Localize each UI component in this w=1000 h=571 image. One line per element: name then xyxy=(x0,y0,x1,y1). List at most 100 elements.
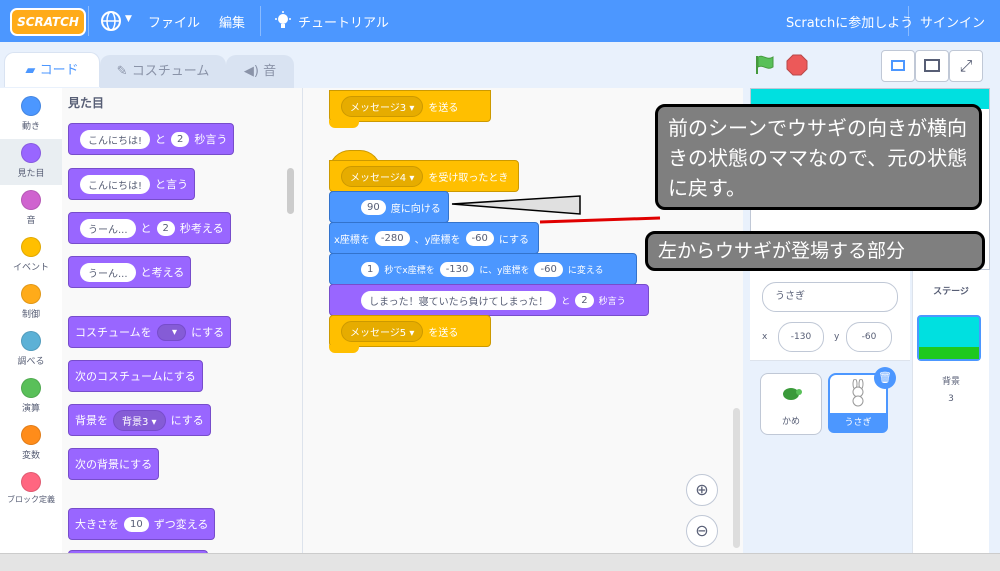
category-label: 見た目 xyxy=(17,169,45,179)
palette-scrollbar[interactable] xyxy=(287,168,294,214)
category-item[interactable]: 変数 xyxy=(0,421,62,467)
zoom-out-button[interactable]: ⊖ xyxy=(686,515,718,547)
category-dot-icon xyxy=(21,331,41,351)
block-input[interactable]: うーん... xyxy=(80,262,136,282)
category-label: 変数 xyxy=(21,451,40,461)
category-label: イベント xyxy=(12,263,49,273)
block-input[interactable]: 90 xyxy=(361,199,386,215)
category-item[interactable]: 演算 xyxy=(0,374,62,420)
trash-icon[interactable]: 🗑 xyxy=(874,367,896,389)
block-input[interactable]: しまった！寝ていたら負けてしまった！ xyxy=(361,290,557,310)
glide-xy-block[interactable]: 1 秒でx座標を -130 に、y座標を -60 に変える xyxy=(329,253,637,285)
menu-tutorial[interactable]: チュートリアル xyxy=(298,12,389,31)
tab-code-label: コード xyxy=(39,63,79,78)
category-item[interactable]: 見た目 xyxy=(0,139,62,185)
block-text: 背景を xyxy=(75,414,108,427)
block-input[interactable]: 1 xyxy=(361,261,380,277)
fullscreen-button[interactable]: ⤢ xyxy=(949,50,983,82)
tab-code[interactable]: ▰ コード xyxy=(4,52,100,87)
category-item[interactable]: 音 xyxy=(0,186,62,232)
category-dot-icon xyxy=(21,472,41,492)
block-input[interactable]: うーん... xyxy=(80,218,136,238)
large-stage-button[interactable] xyxy=(915,50,949,82)
message-dropdown[interactable]: メッセージ4 ▾ xyxy=(341,165,424,187)
y-field[interactable]: -60 xyxy=(846,322,892,352)
speaker-icon: ◀) xyxy=(243,64,259,79)
stop-icon[interactable] xyxy=(786,54,808,79)
scratch-logo[interactable]: SCRATCH xyxy=(10,8,86,36)
block-input[interactable]: -130 xyxy=(439,261,475,277)
backdrop-dropdown[interactable]: 背景3 ▾ xyxy=(113,409,166,431)
signin-link[interactable]: サインイン xyxy=(920,12,985,31)
block-text: と考える xyxy=(140,266,185,279)
tab-costume[interactable]: ✎ コスチューム xyxy=(100,55,226,88)
block-input[interactable]: 2 xyxy=(171,131,190,147)
block-input[interactable]: 10 xyxy=(124,516,149,532)
think-block[interactable]: うーん... と考える xyxy=(68,256,192,288)
category-item[interactable]: イベント xyxy=(0,233,62,279)
message-dropdown[interactable]: メッセージ5 ▾ xyxy=(341,320,424,342)
block-input[interactable]: こんにちは! xyxy=(80,129,151,149)
switch-backdrop-block[interactable]: 背景を 背景3 ▾ にする xyxy=(68,404,211,436)
tab-sound[interactable]: ◀) 音 xyxy=(226,55,294,88)
category-item[interactable]: 調べる xyxy=(0,327,62,373)
broadcast-block[interactable]: メッセージ3 ▾ を送る xyxy=(329,90,491,122)
block-input[interactable]: 2 xyxy=(575,292,594,308)
block-text: と xyxy=(140,222,152,235)
costume-dropdown[interactable]: ▾ xyxy=(156,323,187,341)
switch-costume-block[interactable]: コスチュームを ▾ にする xyxy=(68,316,232,348)
block-input[interactable]: こんにちは! xyxy=(80,174,151,194)
block-input[interactable]: -60 xyxy=(534,261,563,277)
category-menu: 動き見た目音イベント制御調べる 演算変数ブロック定義 xyxy=(0,88,63,553)
stage-panel-title: ステージ xyxy=(933,287,969,297)
change-size-block[interactable]: 大きさを 10 ずつ変える xyxy=(68,508,216,540)
message-dropdown[interactable]: メッセージ3 ▾ xyxy=(341,95,424,117)
think-for-block[interactable]: うーん... と 2 秒考える xyxy=(68,212,231,244)
horizontal-scrollbar[interactable] xyxy=(0,553,1000,571)
small-stage-icon xyxy=(891,60,905,71)
point-direction-block[interactable]: 90 度に向ける xyxy=(329,191,449,223)
category-label: 音 xyxy=(26,216,36,226)
globe-icon[interactable] xyxy=(100,10,122,35)
stage-thumbnail[interactable] xyxy=(917,315,981,361)
sprite-tile-turtle[interactable]: かめ xyxy=(760,373,822,435)
category-label: 制御 xyxy=(21,310,40,320)
when-receive-hat-block[interactable]: メッセージ4 ▾ を受け取ったとき xyxy=(329,160,519,192)
palette-heading: 見た目 xyxy=(68,96,105,110)
category-item[interactable]: 制御 xyxy=(0,280,62,326)
script-scrollbar[interactable] xyxy=(733,408,740,548)
sprite-name-field[interactable]: うさぎ xyxy=(762,282,898,312)
block-text: 大きさを xyxy=(75,518,119,531)
next-backdrop-block[interactable]: 次の背景にする xyxy=(68,448,160,480)
backdrop-label: 背景 xyxy=(941,377,960,387)
broadcast-block[interactable]: メッセージ5 ▾ を送る xyxy=(329,315,491,347)
goto-xy-block[interactable]: x座標を -280 、y座標を -60 にする xyxy=(329,222,539,254)
menu-edit[interactable]: 編集 xyxy=(219,12,245,31)
join-link[interactable]: Scratchに参加しよう xyxy=(786,12,913,31)
say-for-block[interactable]: しまった！寝ていたら負けてしまった！ と 2 秒言う xyxy=(329,284,649,316)
y-label: y xyxy=(834,332,840,342)
category-item[interactable]: ブロック定義 xyxy=(0,468,62,514)
zoom-in-button[interactable]: ⊕ xyxy=(686,474,718,506)
fullscreen-icon: ⤢ xyxy=(959,56,973,75)
green-flag-icon[interactable] xyxy=(754,54,776,79)
block-input[interactable]: 2 xyxy=(156,220,175,236)
block-input[interactable]: -60 xyxy=(465,230,494,246)
sprite-tile-rabbit[interactable]: うさぎ 🗑 xyxy=(828,367,896,433)
block-input[interactable]: -280 xyxy=(374,230,410,246)
sprite-name: うさぎ xyxy=(828,413,888,433)
category-item[interactable]: 動き xyxy=(0,92,62,138)
rabbit-icon xyxy=(848,378,868,410)
small-stage-button[interactable] xyxy=(881,50,915,82)
x-field[interactable]: -130 xyxy=(778,322,824,352)
dropdown-value: メッセージ5 xyxy=(350,327,407,339)
tab-sound-label: 音 xyxy=(263,64,277,79)
say-for-block[interactable]: こんにちは! と 2 秒言う xyxy=(68,123,235,155)
block-text: コスチュームを xyxy=(75,326,152,339)
menu-divider xyxy=(88,6,89,36)
block-text: 秒言う xyxy=(194,133,228,146)
block-notch xyxy=(329,345,359,353)
next-costume-block[interactable]: 次のコスチュームにする xyxy=(68,360,203,392)
menu-file[interactable]: ファイル xyxy=(148,12,200,31)
say-block[interactable]: こんにちは! と言う xyxy=(68,168,196,200)
